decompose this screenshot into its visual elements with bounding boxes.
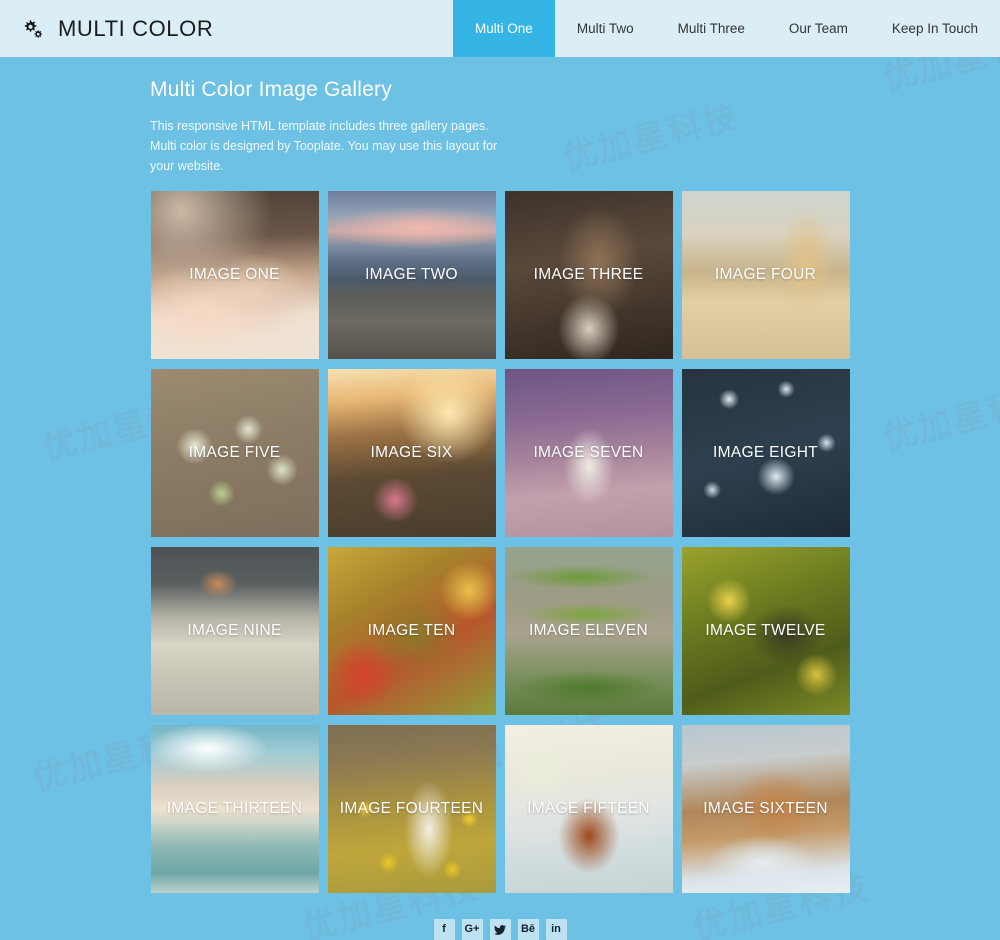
tile-caption: IMAGE FOUR: [714, 266, 817, 283]
twitter-bird-glyph: [494, 924, 506, 935]
brand[interactable]: MULTI COLOR: [0, 0, 213, 57]
intro-section: Multi Color Image Gallery This responsiv…: [0, 78, 1000, 176]
gallery-tile[interactable]: IMAGE FOURTEEN: [327, 725, 496, 893]
gallery-tile[interactable]: IMAGE FIFTEEN: [504, 725, 673, 893]
behance-icon[interactable]: Bē: [517, 919, 539, 940]
tile-caption: IMAGE TWELVE: [705, 622, 826, 639]
tile-caption: IMAGE FOURTEEN: [339, 800, 484, 817]
gallery-tile[interactable]: IMAGE NINE: [150, 547, 319, 715]
social-list-item: [489, 919, 511, 940]
main-nav: Multi One Multi Two Multi Three Our Team…: [453, 0, 1000, 57]
gallery-tile[interactable]: IMAGE FIVE: [150, 369, 319, 537]
tile-caption: IMAGE TEN: [367, 622, 456, 639]
gallery-tile[interactable]: IMAGE FOUR: [681, 191, 850, 359]
tile-caption: IMAGE ONE: [189, 266, 280, 283]
tile-caption: IMAGE EIGHT: [713, 444, 818, 461]
page-description: This responsive HTML template includes t…: [150, 119, 498, 173]
gallery-tile[interactable]: IMAGE TWO: [327, 191, 496, 359]
nav-item-multi-three[interactable]: Multi Three: [656, 0, 767, 57]
gallery-tile[interactable]: IMAGE TEN: [327, 547, 496, 715]
tile-caption: IMAGE FIVE: [188, 444, 281, 461]
page-title: Multi Color Image Gallery: [150, 78, 392, 101]
facebook-icon[interactable]: f: [433, 919, 455, 940]
tile-caption: IMAGE TWO: [365, 266, 458, 283]
gallery-tile[interactable]: IMAGE EIGHT: [681, 369, 850, 537]
social-list-item: f: [433, 919, 455, 940]
nav-item-keep-in-touch[interactable]: Keep In Touch: [870, 0, 1000, 57]
nav-item-our-team[interactable]: Our Team: [767, 0, 870, 57]
page-main: Multi Color Image Gallery This responsiv…: [0, 57, 1000, 940]
tile-caption: IMAGE FIFTEEN: [527, 800, 650, 817]
cogs-icon: [24, 19, 43, 38]
social-links: f G+ Bē in: [0, 919, 1000, 940]
social-list-item: in: [545, 919, 567, 940]
nav-item-multi-two[interactable]: Multi Two: [555, 0, 656, 57]
tile-caption: IMAGE SEVEN: [533, 444, 644, 461]
image-gallery: IMAGE ONE IMAGE TWO IMAGE THREE IMAGE FO…: [150, 191, 850, 893]
site-footer: f G+ Bē in Copyright © 2018.Company name…: [0, 919, 1000, 940]
gallery-tile[interactable]: IMAGE SEVEN: [504, 369, 673, 537]
gallery-tile[interactable]: IMAGE SIXTEEN: [681, 725, 850, 893]
brand-name: MULTI COLOR: [58, 15, 214, 41]
site-header: MULTI COLOR Multi One Multi Two Multi Th…: [0, 0, 1000, 57]
gallery-tile[interactable]: IMAGE TWELVE: [681, 547, 850, 715]
social-list-item: Bē: [517, 919, 539, 940]
gallery-tile[interactable]: IMAGE ELEVEN: [504, 547, 673, 715]
tile-caption: IMAGE THREE: [533, 266, 644, 283]
gallery-tile[interactable]: IMAGE THIRTEEN: [150, 725, 319, 893]
social-list-item: G+: [461, 919, 483, 940]
google-plus-icon[interactable]: G+: [461, 919, 483, 940]
tile-caption: IMAGE ELEVEN: [528, 622, 649, 639]
gallery-tile[interactable]: IMAGE THREE: [504, 191, 673, 359]
tile-caption: IMAGE SIX: [370, 444, 453, 461]
nav-item-multi-one[interactable]: Multi One: [453, 0, 555, 57]
gallery-tile[interactable]: IMAGE ONE: [150, 191, 319, 359]
tile-caption: IMAGE NINE: [187, 622, 282, 639]
linkedin-icon[interactable]: in: [545, 919, 567, 940]
tile-caption: IMAGE THIRTEEN: [166, 800, 303, 817]
gallery-tile[interactable]: IMAGE SIX: [327, 369, 496, 537]
tile-caption: IMAGE SIXTEEN: [703, 800, 828, 817]
twitter-icon[interactable]: [489, 919, 511, 940]
